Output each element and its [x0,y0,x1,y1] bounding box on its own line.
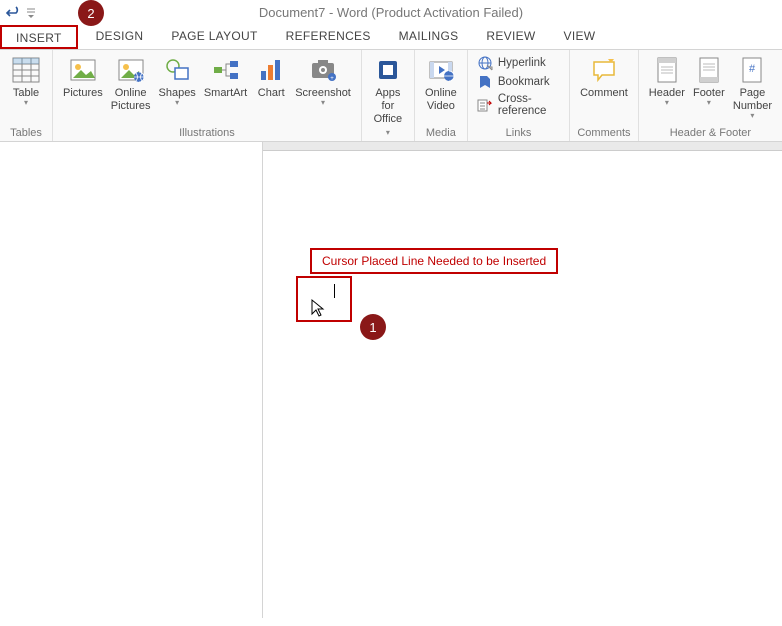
screenshot-button[interactable]: + Screenshot ▾ [291,52,355,108]
shapes-icon [163,54,191,86]
qat-customize-icon[interactable] [26,8,36,18]
chart-button[interactable]: Chart [251,52,291,102]
svg-text:#: # [749,63,756,75]
chart-icon [257,54,285,86]
table-icon [12,54,40,86]
svg-text:+: + [330,76,334,82]
group-label-tables: Tables [6,127,46,141]
screenshot-icon: + [309,54,337,86]
cross-reference-button[interactable]: Cross-reference [474,92,563,118]
shapes-button[interactable]: Shapes ▾ [155,52,200,108]
group-label-comments: Comments [576,127,632,141]
bookmark-button[interactable]: Bookmark [474,73,563,91]
undo-icon[interactable] [4,6,20,20]
pictures-icon [69,54,97,86]
tab-review[interactable]: REVIEW [472,25,549,49]
table-button[interactable]: Table ▾ [6,52,46,108]
document-page[interactable] [263,150,782,626]
annotation-badge-2: 2 [78,0,104,26]
group-media: OnlineVideo Media [415,50,468,141]
workspace [0,142,782,618]
group-apps: Apps forOffice ▾ Apps [362,50,415,141]
group-comments: Comment Comments [570,50,639,141]
document-area[interactable] [263,142,782,618]
online-pictures-icon [117,54,145,86]
tab-mailings[interactable]: MAILINGS [385,25,473,49]
hyperlink-icon [477,55,493,71]
page-number-button[interactable]: # PageNumber ▾ [729,52,776,121]
online-pictures-button[interactable]: OnlinePictures [107,52,155,115]
apps-icon [374,54,402,86]
group-label-header-footer: Header & Footer [645,127,776,141]
group-header-footer: Header ▾ Footer ▾ # PageNumber ▾ Header … [639,50,782,141]
group-links: Hyperlink Bookmark Cross-reference Links [468,50,570,141]
hyperlink-button[interactable]: Hyperlink [474,54,563,72]
group-label-illustrations: Illustrations [59,127,355,141]
video-icon [427,54,455,86]
comment-icon [590,54,618,86]
title-bar: Document7 - Word (Product Activation Fai… [0,0,782,25]
annotation-badge-1: 1 [360,314,386,340]
annotation-cursor-box [296,276,352,322]
tab-view[interactable]: VIEW [550,25,610,49]
tab-page-layout[interactable]: PAGE LAYOUT [157,25,271,49]
smartart-icon [212,54,240,86]
text-cursor-icon [334,284,335,298]
ribbon: Table ▾ Tables Pictures OnlinePictures [0,50,782,142]
cross-reference-icon [477,97,493,113]
mouse-cursor-icon [310,298,326,318]
annotation-callout: Cursor Placed Line Needed to be Inserted [310,248,558,274]
group-label-links: Links [474,127,563,141]
navigation-pane [0,142,263,618]
footer-icon [696,54,722,86]
page-number-icon: # [739,54,765,86]
comment-button[interactable]: Comment [576,52,632,102]
tab-design[interactable]: DESIGN [82,25,158,49]
group-illustrations: Pictures OnlinePictures Shapes ▾ SmartA [53,50,362,141]
header-icon [654,54,680,86]
quick-access-toolbar [4,6,36,20]
apps-for-office-button[interactable]: Apps forOffice ▾ [368,52,408,141]
smartart-button[interactable]: SmartArt [200,52,251,102]
bookmark-icon [477,74,493,90]
tab-references[interactable]: REFERENCES [272,25,385,49]
group-tables: Table ▾ Tables [0,50,53,141]
header-button[interactable]: Header ▾ [645,52,689,108]
ribbon-tabs: INSERT DESIGN PAGE LAYOUT REFERENCES MAI… [0,25,782,50]
group-label-media: Media [421,127,461,141]
pictures-button[interactable]: Pictures [59,52,107,102]
online-video-button[interactable]: OnlineVideo [421,52,461,115]
footer-button[interactable]: Footer ▾ [689,52,729,108]
tab-insert[interactable]: INSERT [0,25,78,49]
window-title: Document7 - Word (Product Activation Fai… [259,5,523,20]
